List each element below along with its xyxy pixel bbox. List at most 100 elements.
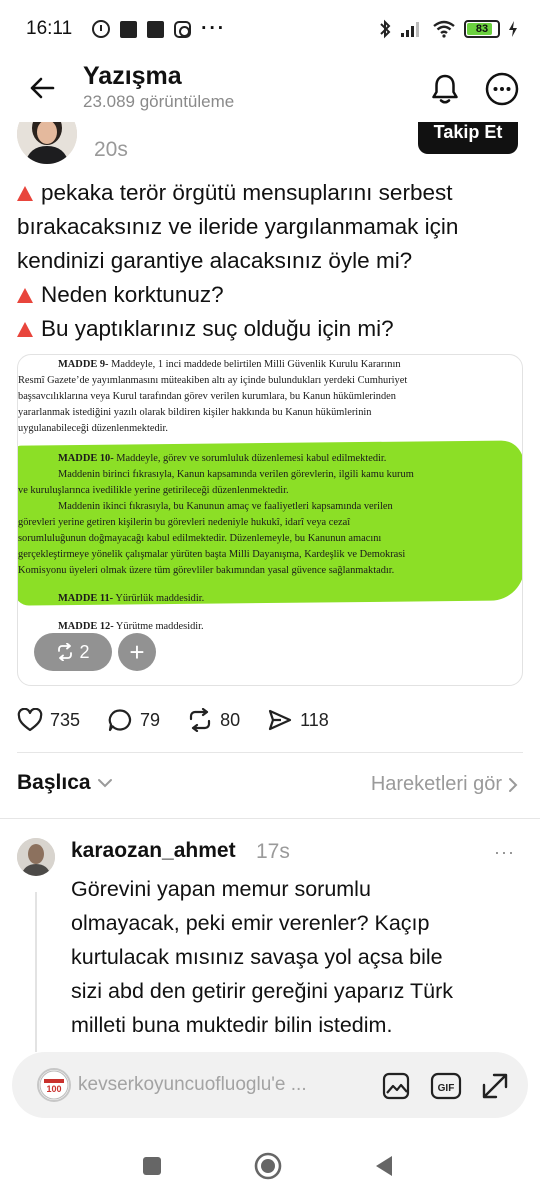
doc-line: MADDE 9- Maddeyle, 1 inci maddede belirt… [58,359,401,370]
reply-time: 17s [256,840,290,863]
red-triangle-icon [17,322,33,337]
view-activity-link[interactable]: Hareketleri gör [371,773,518,796]
page-title: Yazışma [83,62,182,90]
view-count: 23.089 görüntüleme [83,92,235,111]
reply-line: sizi abd den getirir gereğini yaparız Tü… [71,979,454,1003]
circle-icon [254,1152,282,1180]
expand-icon [482,1073,508,1099]
reply-more-button[interactable]: ··· [494,842,515,863]
thread-line [35,892,37,1052]
back-nav-button[interactable] [368,1150,400,1182]
app-header: Yazışma 23.089 görüntüleme [0,58,540,122]
repost-button[interactable]: 80 [187,708,240,732]
repost-icon [189,708,211,732]
post-line: bırakacaksınız ve ileride yargılanmamak … [17,214,459,239]
post-body: pekaka terör örgütü mensuplarını serbest… [17,176,523,346]
chevron-right-icon [509,777,518,792]
doc-line: uygulanabileceği düzenlenmektedir. [18,423,169,434]
comment-icon [108,709,132,732]
heart-icon [17,708,43,732]
bluetooth-icon [380,19,391,39]
add-button[interactable]: + [118,633,156,671]
gif-button[interactable]: GIF [429,1069,463,1103]
composer-avatar: 100 [37,1068,71,1102]
share-button[interactable]: 118 [267,708,329,732]
status-bar: 16:11 ··· 83 [0,0,540,58]
divider [0,818,540,819]
image-repost-button[interactable]: 2 [34,633,112,671]
divider [17,752,523,753]
bell-icon [432,74,458,104]
arrow-left-icon [30,77,55,99]
notifications-button[interactable] [423,67,467,111]
like-button[interactable]: 735 [17,708,80,732]
reply-line: Görevini yapan memur sorumlu [71,877,371,901]
post-image[interactable]: MADDE 9- Maddeyle, 1 inci maddede belirt… [17,354,523,686]
more-options-button[interactable] [480,67,524,111]
image-repost-count: 2 [79,641,90,662]
triangle-back-icon [376,1156,392,1176]
doc-line: görevleri yerine getiren kişilerin bu gö… [18,517,351,528]
alarm-icon [92,20,111,38]
status-time: 16:11 [26,18,73,39]
svg-text:GIF: GIF [438,1083,455,1094]
more-notifications-icon: ··· [201,18,227,39]
expand-button[interactable] [478,1069,512,1103]
more-circle-icon [485,72,519,106]
charging-icon [509,21,517,37]
doc-line: MADDE 11- Yürürlük maddesidir. [58,593,205,604]
doc-line: Komisyonu üyeleri olmak üzere tüm görevl… [18,565,395,576]
badge-logo-icon: 100 [39,1070,69,1100]
home-button[interactable] [252,1150,284,1182]
battery-icon: 83 [464,20,500,38]
like-count: 735 [50,709,81,730]
post-line: kendinizi garantiye alacaksınız öyle mi? [17,248,413,273]
signal-icon [401,22,419,37]
system-nav-bar [0,1130,540,1200]
doc-line: Maddenin birinci fıkrasıyla, Kanun kapsa… [58,469,414,480]
sort-label: Başlıca [17,771,91,794]
reply-body: Görevini yapan memur sorumlu olmayacak, … [71,872,521,1042]
image-icon [382,1072,410,1100]
doc-line: ve kuruluşlarınca ivedilikle yerine geti… [18,485,289,496]
doc-line: Resmî Gazete’de yayımlanmasını müteakibe… [18,375,408,386]
attach-image-button[interactable] [379,1069,413,1103]
post-line: Neden korktunuz? [17,278,523,312]
doc-line: yararlanmak istediğini yazılı olarak bil… [18,407,372,418]
battery-level: 83 [475,23,489,35]
sort-dropdown[interactable]: Başlıca [17,771,113,795]
send-icon [269,709,292,731]
post-actions: 735 79 80 118 [17,704,356,736]
comment-count: 79 [140,709,161,730]
red-triangle-icon [17,288,33,303]
doc-line: Maddenin ikinci fıkrasıyla, bu Kanunun a… [58,501,393,512]
square-icon [143,1157,161,1175]
recents-button[interactable] [136,1150,168,1182]
share-count: 118 [300,709,329,730]
app-notification-icon [120,20,138,38]
comment-button[interactable]: 79 [107,708,160,732]
instagram-icon [174,20,192,38]
reply-line: milleti buna muktedir bilin istedim. [71,1013,393,1037]
repost-icon [58,643,73,661]
wifi-icon [433,20,455,38]
doc-line: sorumluluğunun doğmayacağı kabul edilmek… [18,533,382,544]
red-triangle-icon [17,186,33,201]
view-activity-label: Hareketleri gör [370,773,502,795]
post-time: 20s [94,138,128,161]
doc-line: MADDE 10- Maddeyle, görev ve sorumluluk … [58,453,387,464]
chevron-down-icon [97,779,112,788]
gif-icon: GIF [430,1072,462,1100]
reply-avatar[interactable] [17,838,55,876]
reply-input[interactable] [78,1070,378,1100]
svg-text:100: 100 [46,1084,61,1094]
avatar-image [17,838,55,876]
reply-username[interactable]: karaozan_ahmet [71,839,236,863]
post-line: Bu yaptıklarınız suç olduğu için mi? [17,312,523,346]
app-notification-icon [147,20,165,38]
reply-line: olmayacak, peki emir verenler? Kaçıp [71,911,430,935]
post-line: pekaka terör örgütü mensuplarını serbest [17,176,523,210]
repost-count: 80 [220,709,241,730]
doc-line: başsavcılıklarına veya Kurul tarafından … [18,391,396,402]
back-button[interactable] [22,68,62,108]
